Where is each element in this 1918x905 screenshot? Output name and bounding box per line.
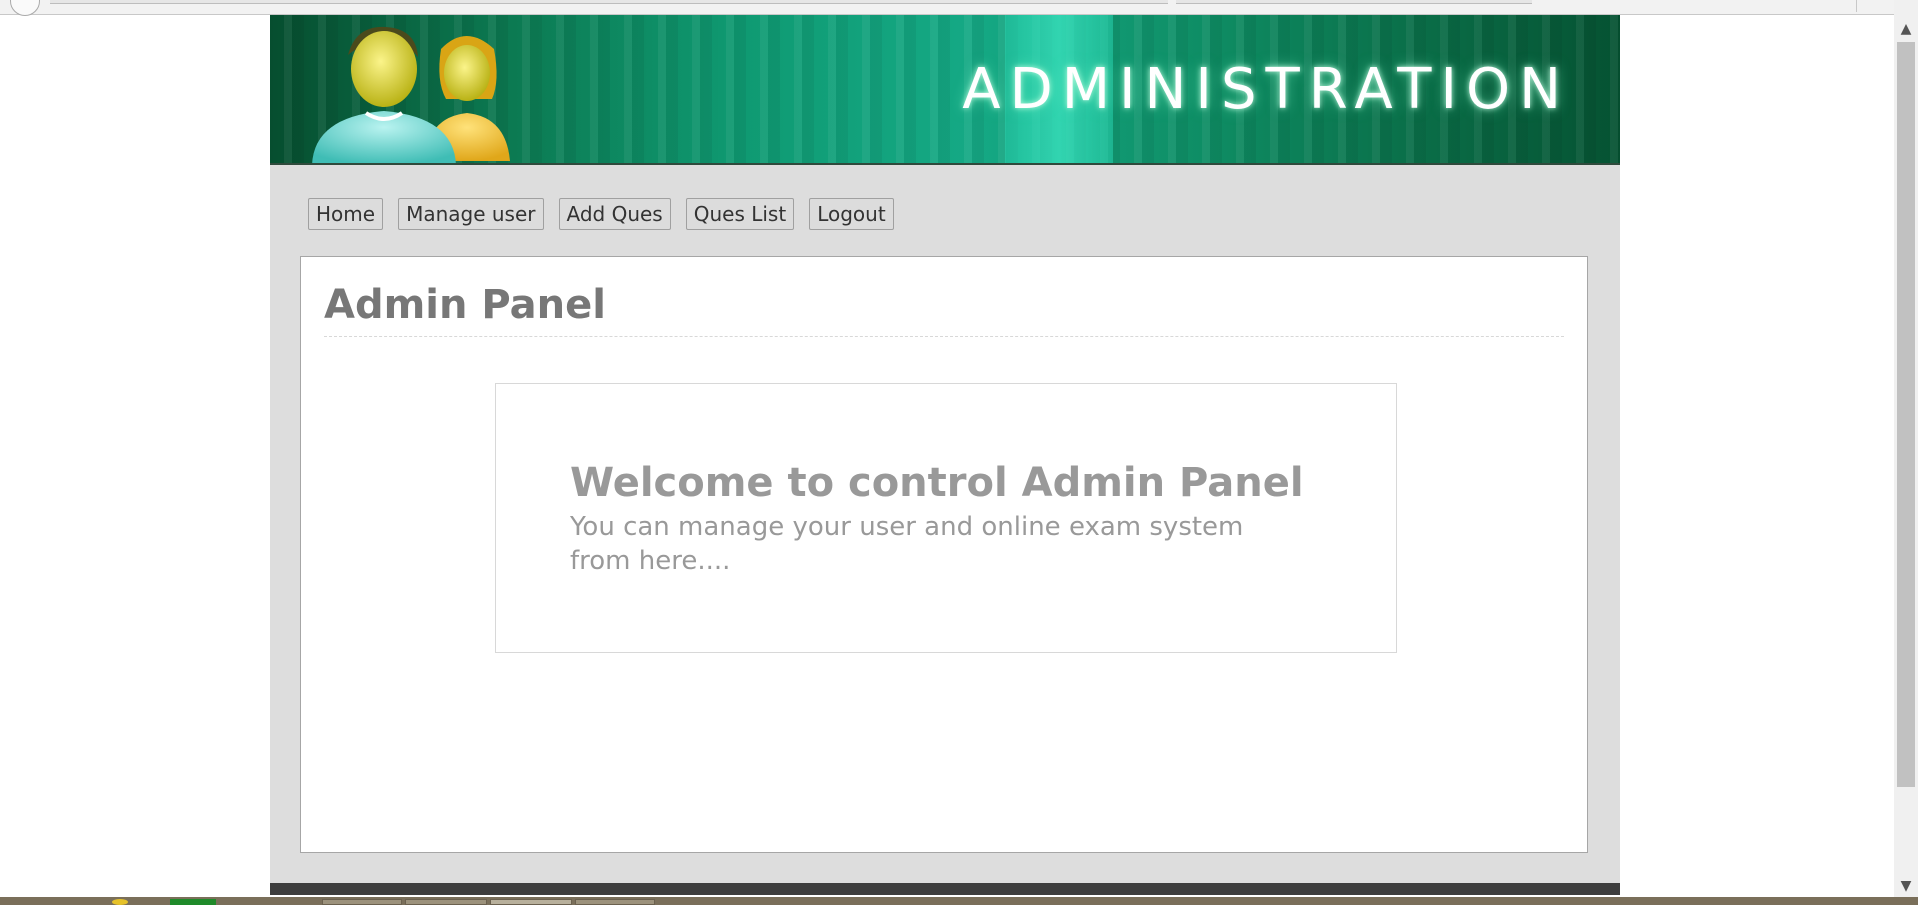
nav-add-question-button[interactable]: Add Ques — [558, 198, 671, 230]
welcome-text: You can manage your user and online exam… — [570, 512, 1244, 576]
nav-manage-user-button[interactable]: Manage user — [398, 198, 544, 230]
nav-home-button[interactable]: Home — [308, 198, 384, 230]
footer-bar — [270, 883, 1620, 895]
browser-search-bar[interactable] — [1176, 0, 1532, 4]
content-panel: Admin Panel Welcome to control Admin Pan… — [300, 256, 1588, 853]
page-title: Admin Panel — [324, 282, 606, 328]
taskbar-app-icon[interactable] — [112, 899, 128, 905]
taskbar-window-button[interactable] — [575, 899, 655, 905]
nav-logout-button[interactable]: Logout — [809, 198, 894, 230]
vertical-scrollbar[interactable]: ▲ ▼ — [1894, 0, 1918, 897]
taskbar-window-button[interactable] — [405, 899, 487, 905]
toolbar-divider — [1856, 0, 1857, 12]
browser-back-button[interactable] — [10, 0, 40, 16]
browser-toolbar — [0, 0, 1894, 16]
taskbar-app-icon[interactable] — [170, 899, 216, 905]
main-navigation: Home Manage user Add Ques Ques List Logo… — [308, 198, 894, 232]
welcome-box: Welcome to control Admin Panel You can m… — [495, 383, 1397, 653]
banner-title: ADMINISTRATION — [962, 57, 1570, 122]
taskbar-window-button[interactable] — [322, 899, 402, 905]
welcome-heading: Welcome to control Admin Panel — [570, 460, 1304, 506]
users-icon — [312, 26, 510, 165]
address-bar[interactable] — [50, 0, 1168, 4]
banner-divider — [270, 163, 1620, 165]
scrollbar-thumb[interactable] — [1897, 42, 1915, 787]
header-banner: ADMINISTRATION — [270, 15, 1620, 165]
os-taskbar — [0, 897, 1918, 905]
scroll-up-icon[interactable]: ▲ — [1894, 18, 1918, 40]
title-divider — [324, 336, 1564, 337]
scroll-down-icon[interactable]: ▼ — [1894, 875, 1918, 897]
taskbar-window-button[interactable] — [490, 899, 572, 905]
nav-question-list-button[interactable]: Ques List — [685, 198, 795, 230]
page-container: ADMINISTRATION Home Manage user Add Ques… — [270, 15, 1620, 895]
